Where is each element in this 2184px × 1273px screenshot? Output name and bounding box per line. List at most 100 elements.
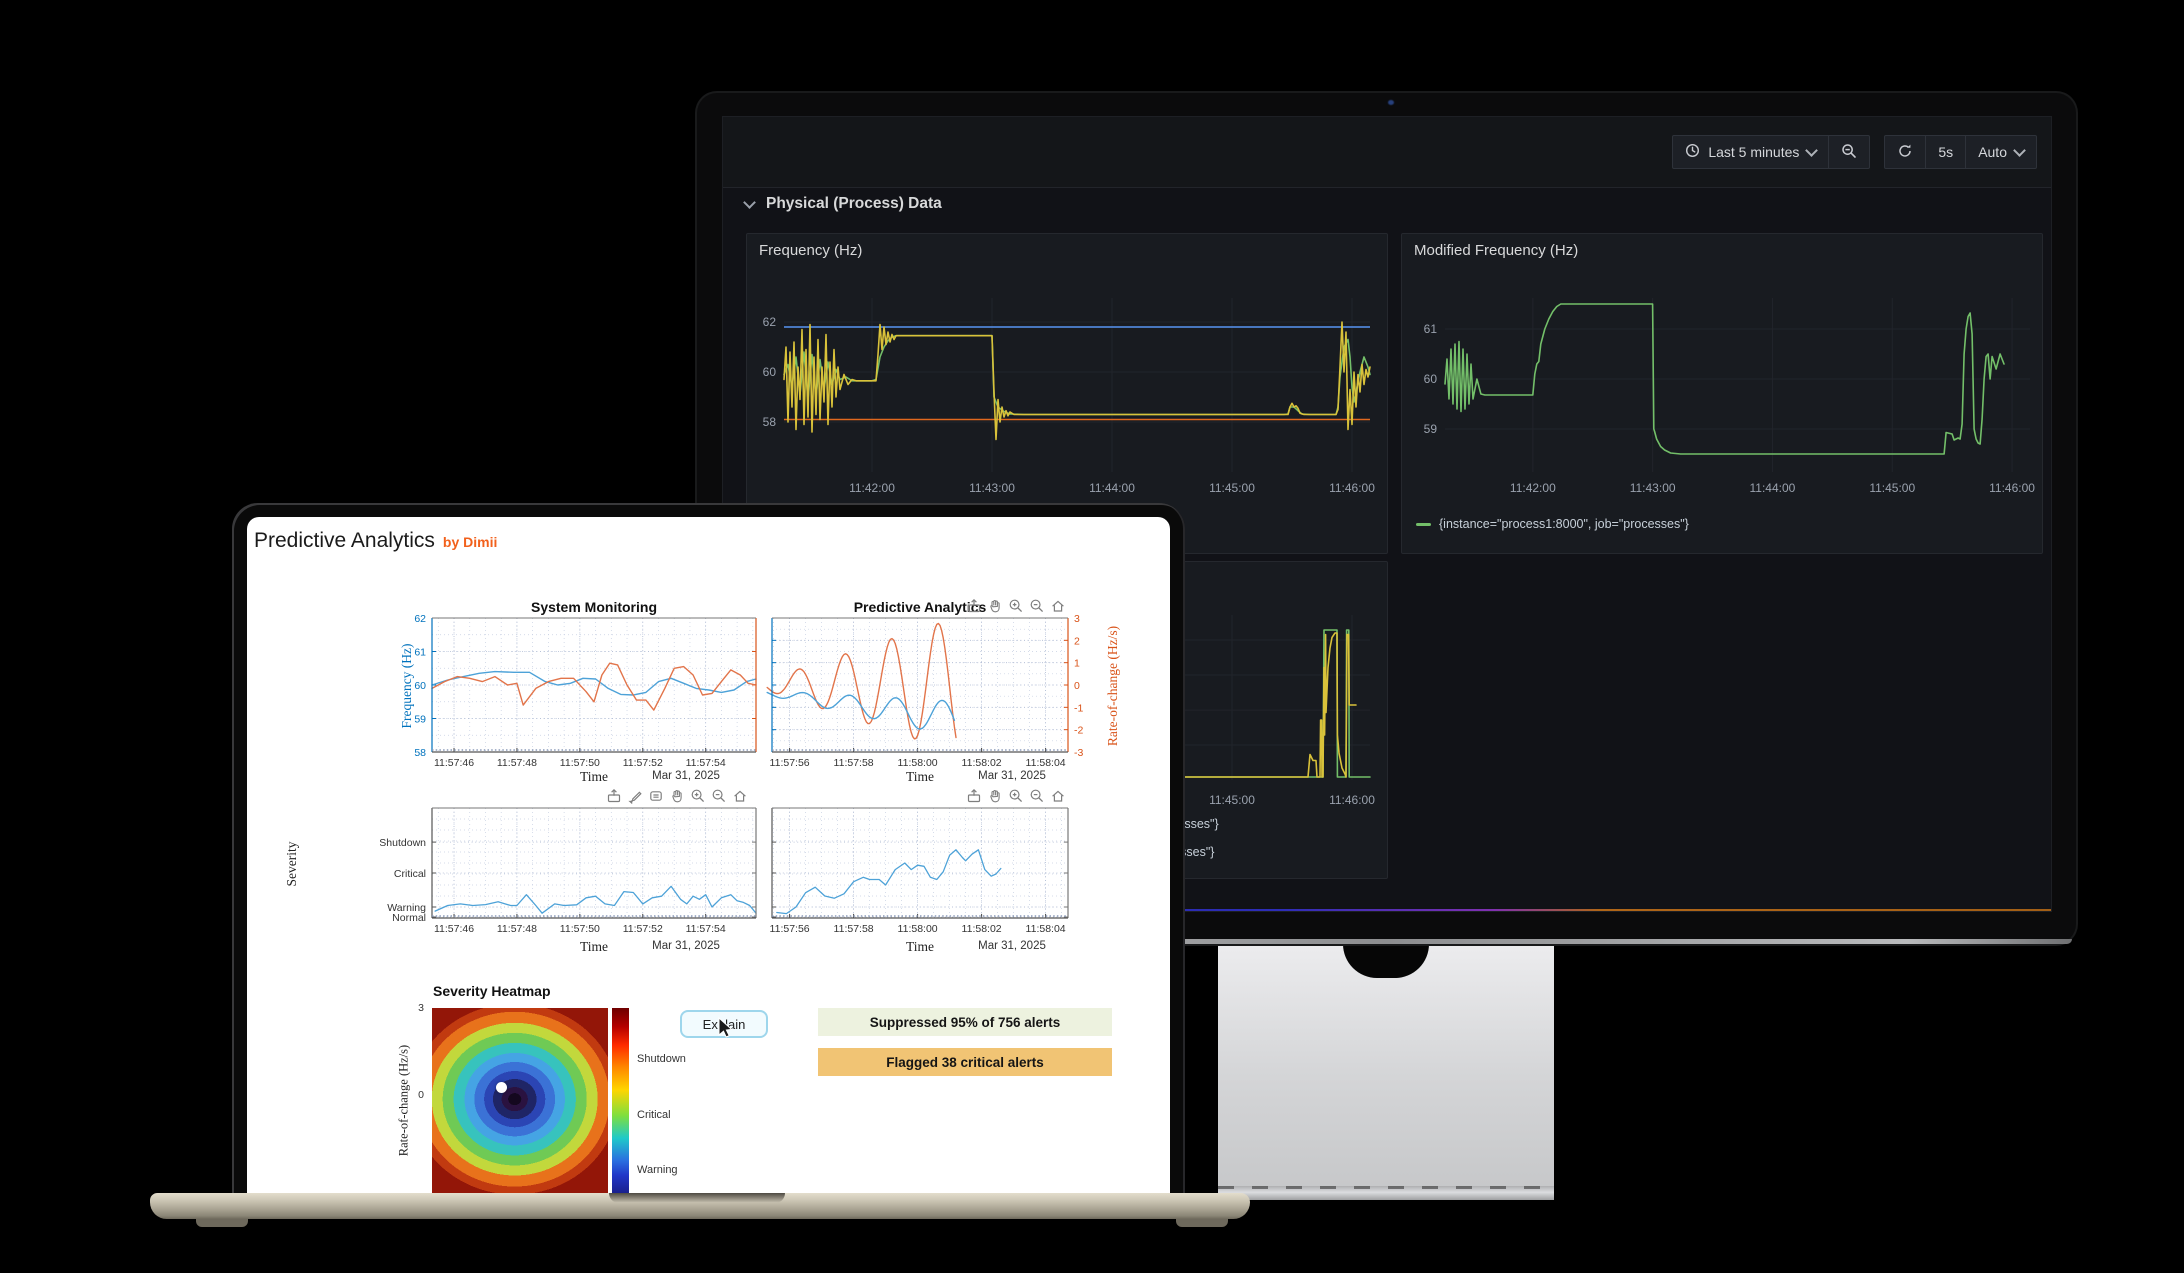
svg-text:Warning: Warning [387, 902, 426, 914]
plot-toolbar [606, 788, 748, 809]
time-range-label: Last 5 minutes [1708, 144, 1799, 160]
legend-label: {instance="process1:8000", job="processe… [1439, 517, 1689, 531]
grafana-navbar: Last 5 minutes 5s Auto [723, 117, 2051, 188]
refresh-mode-label: Auto [1978, 144, 2007, 160]
export-icon[interactable] [606, 788, 622, 809]
refresh-icon [1897, 143, 1913, 162]
svg-text:11:57:56: 11:57:56 [770, 757, 810, 769]
zoom-out-icon[interactable] [1029, 788, 1045, 809]
zoom-out-icon[interactable] [1029, 598, 1045, 619]
cursor-pointer [717, 1017, 739, 1041]
svg-text:11:45:00: 11:45:00 [1869, 481, 1915, 495]
panel-modified-frequency: Modified Frequency (Hz) 11:42:0011:43:00… [1401, 233, 2043, 554]
svg-text:11:57:46: 11:57:46 [434, 923, 474, 935]
svg-text:11:58:02: 11:58:02 [962, 923, 1002, 935]
pan-icon[interactable] [987, 788, 1003, 809]
svg-text:11:58:02: 11:58:02 [962, 757, 1002, 769]
heatmap-ytick-3: 3 [410, 1002, 424, 1014]
clock-icon [1685, 143, 1700, 161]
brush-icon[interactable] [627, 788, 643, 809]
svg-text:11:58:00: 11:58:00 [898, 923, 938, 935]
svg-text:3: 3 [1074, 613, 1080, 625]
zoom-out-icon [1841, 143, 1857, 162]
chevron-down-icon [2013, 144, 2026, 157]
svg-text:58: 58 [414, 747, 426, 759]
time-range-picker[interactable]: Last 5 minutes [1672, 135, 1829, 169]
svg-text:11:57:56: 11:57:56 [770, 923, 810, 935]
export-icon[interactable] [966, 788, 982, 809]
zoom-in-icon[interactable] [1008, 598, 1024, 619]
svg-text:-2: -2 [1074, 725, 1083, 737]
svg-text:11:57:58: 11:57:58 [834, 757, 874, 769]
refresh-interval-button[interactable]: 5s [1925, 135, 1966, 169]
heatmap-ytick-0: 0 [410, 1089, 424, 1101]
pan-icon[interactable] [987, 598, 1003, 619]
home-icon[interactable] [1050, 598, 1066, 619]
pan-icon[interactable] [669, 788, 685, 809]
monitor-stand [1218, 944, 1554, 1186]
ylabel-severity: Severity [284, 809, 300, 919]
alert-suppressed: Suppressed 95% of 756 alerts [818, 1008, 1112, 1036]
section-title: Physical (Process) Data [766, 195, 942, 213]
section-header-physical-process-data[interactable]: Physical (Process) Data [745, 195, 942, 213]
colorbar-label-critical: Critical [637, 1109, 671, 1121]
severity-heatmap[interactable] [432, 1008, 608, 1193]
app-title: Predictive Analytics [254, 529, 435, 553]
plot-toolbar [966, 788, 1066, 809]
svg-text:61: 61 [1424, 322, 1438, 336]
svg-text:60: 60 [763, 365, 777, 379]
svg-text:Critical: Critical [394, 868, 426, 880]
system-monitoring-plot[interactable]: 11:57:4611:57:4811:57:5011:57:5211:57:54… [380, 588, 766, 780]
svg-text:62: 62 [414, 613, 426, 625]
stand-cable-notch [1343, 944, 1429, 978]
svg-text:11:46:00: 11:46:00 [1989, 481, 2035, 495]
power-led [1388, 100, 1394, 105]
export-icon[interactable] [966, 598, 982, 619]
app-byline: by Dimii [443, 534, 497, 550]
zoom-in-icon[interactable] [1008, 788, 1024, 809]
modified-frequency-chart[interactable]: 11:42:0011:43:0011:44:0011:45:0011:46:00… [1402, 234, 2044, 555]
svg-text:11:42:00: 11:42:00 [1510, 481, 1556, 495]
home-icon[interactable] [732, 788, 748, 809]
refresh-mode-dropdown[interactable]: Auto [1965, 135, 2037, 169]
svg-text:11:57:48: 11:57:48 [497, 923, 537, 935]
zoom-out-icon[interactable] [711, 788, 727, 809]
svg-text:11:45:00: 11:45:00 [1209, 793, 1255, 807]
home-icon[interactable] [1050, 788, 1066, 809]
legend-item[interactable]: {instance="process1:8000", job="processe… [1416, 517, 1689, 531]
svg-text:11:58:00: 11:58:00 [898, 757, 938, 769]
laptop-foot [1176, 1218, 1228, 1227]
svg-text:11:58:04: 11:58:04 [1026, 757, 1066, 769]
laptop-base [150, 1193, 1250, 1219]
svg-text:11:57:54: 11:57:54 [686, 757, 726, 769]
svg-text:11:57:52: 11:57:52 [623, 923, 663, 935]
legend-series-color [1416, 523, 1431, 526]
svg-text:11:57:48: 11:57:48 [497, 757, 537, 769]
heatmap-title: Severity Heatmap [433, 983, 613, 999]
svg-text:11:44:00: 11:44:00 [1089, 481, 1135, 495]
svg-text:11:46:00: 11:46:00 [1329, 793, 1375, 807]
app-title-bar: Predictive Analytics by Dimii [254, 529, 497, 553]
svg-text:62: 62 [763, 315, 777, 329]
svg-text:59: 59 [1424, 422, 1438, 436]
datatip-icon[interactable] [648, 788, 664, 809]
svg-text:-3: -3 [1074, 747, 1083, 759]
refresh-interval-label: 5s [1938, 144, 1953, 160]
ylabel-frequency: Frequency (Hz) [399, 601, 415, 771]
svg-text:0: 0 [1074, 680, 1080, 692]
svg-text:60: 60 [1424, 372, 1438, 386]
refresh-button[interactable] [1884, 135, 1926, 169]
svg-text:11:57:50: 11:57:50 [560, 923, 600, 935]
date-label: Mar 31, 2025 [616, 940, 756, 952]
zoom-in-icon[interactable] [690, 788, 706, 809]
laptop-lid: Predictive Analytics by Dimii System Mon… [232, 503, 1185, 1193]
zoom-out-button[interactable] [1828, 135, 1870, 169]
laptop-screen: Predictive Analytics by Dimii System Mon… [247, 517, 1170, 1193]
svg-text:59: 59 [414, 714, 426, 726]
plot-toolbar [966, 598, 1066, 619]
colorbar-label-shutdown: Shutdown [637, 1053, 686, 1065]
svg-text:11:57:50: 11:57:50 [560, 757, 600, 769]
svg-text:1: 1 [1074, 658, 1080, 670]
severity-colorbar [612, 1008, 629, 1193]
monitor-stand-base [1218, 1186, 1554, 1200]
